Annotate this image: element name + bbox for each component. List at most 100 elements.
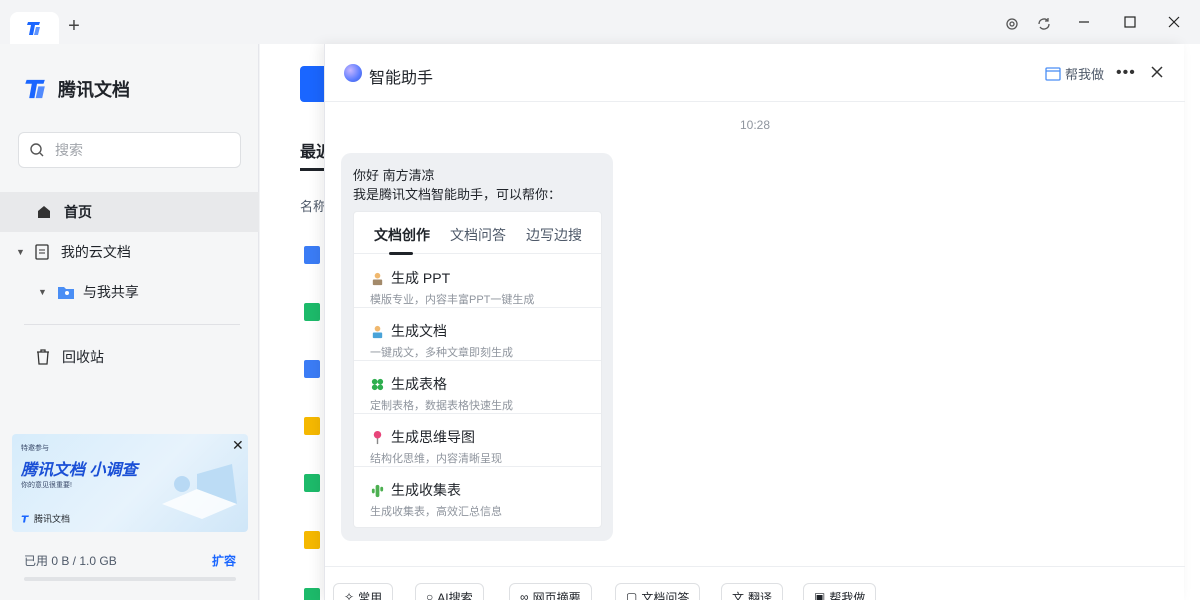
chip-ai-search[interactable]: ○ AI搜索 [415,583,484,600]
tab-write-search[interactable]: 边写边搜 [526,225,582,245]
message-timestamp: 10:28 [739,118,771,132]
writer-icon [372,325,383,338]
tencent-docs-logo-icon [25,79,45,99]
banner-small: 特邀参与 [21,445,49,452]
banner-title: 腾讯文档 小调查 [21,462,138,479]
search-icon [30,143,44,157]
option-desc: 结构化思维，内容清晰呈现 [370,453,502,465]
option-title-text: 生成收集表 [391,482,461,498]
new-tab-button[interactable]: + [64,16,84,36]
gear-icon[interactable] [1004,16,1020,32]
storage-used: 已用 0 B / 1.0 GB [24,554,117,568]
sheet-file-icon [304,474,320,492]
sidebar-item-home[interactable]: 首页 [0,192,259,232]
more-icon[interactable]: ••• [1116,64,1136,82]
assistant-panel: 智能助手 帮我做 ••• 10:28 你好 南方清凉 我是腾讯文档智能助手，可以… [324,44,1185,600]
presenter-icon [372,272,383,285]
assistant-title: 智能助手 [369,70,434,87]
chip-label: 帮我做 [829,590,866,600]
banner-brand: 腾讯文档 [21,512,70,525]
sidebar-item-shared[interactable]: ▼ 与我共享 [0,272,259,312]
sync-icon[interactable] [1036,16,1052,32]
option-title-text: 生成文档 [391,323,447,339]
survey-banner[interactable]: 特邀参与 腾讯文档 小调查 你的意见很重要! 腾讯文档 ✕ [12,434,248,532]
chip-doc-qa[interactable]: ▢ 文档问答 [615,583,701,600]
search-input[interactable]: 搜索 [18,132,241,168]
capability-card: 文档创作 文档问答 边写边搜 生成 PPT 模版专业，内容丰富PPT一键生成 生… [353,211,602,528]
form-file-icon [304,531,320,549]
option-title: 生成思维导图 [370,427,475,447]
greeting-line-1: 你好 南方清凉 [353,168,435,183]
sidebar-item-label: 我的云文档 [60,244,131,260]
search-placeholder: 搜索 [55,142,83,158]
caret-down-icon[interactable]: ▼ [38,287,47,297]
book-illustration-icon [162,464,237,519]
greeting-text: 你好 南方清凉 我是腾讯文档智能助手，可以帮你： [353,166,561,204]
help-do-icon: ▣ [814,590,826,600]
option-desc: 模版专业，内容丰富PPT一键生成 [370,294,535,306]
option-title: 生成文档 [370,321,447,341]
chip-help-do[interactable]: ▣ 帮我做 [803,583,877,600]
cactus-icon [371,484,384,497]
chip-label: 常用 [358,590,383,600]
option-title-text: 生成 PPT [391,270,451,286]
tencent-docs-logo-icon [21,515,29,522]
option-generate-doc[interactable]: 生成文档 一键成文，多种文章即刻生成 [354,308,601,361]
brand[interactable]: 腾讯文档 [24,76,130,102]
storage-info: 已用 0 B / 1.0 GB 扩容 [24,552,236,569]
option-title: 生成收集表 [370,480,461,500]
app-tab[interactable] [10,12,59,44]
sidebar-item-my-docs[interactable]: ▼ 我的云文档 [0,232,259,272]
pin-icon [373,430,382,444]
assistant-message-bubble: 你好 南方清凉 我是腾讯文档智能助手，可以帮你： 文档创作 文档问答 边写边搜 … [341,153,613,541]
maximize-icon[interactable] [1120,12,1140,32]
search-icon: ○ [426,590,434,600]
tab-doc-creation[interactable]: 文档创作 [374,225,430,245]
chip-label: 网页摘要 [532,590,581,600]
sidebar-item-label: 首页 [64,204,92,220]
banner-close-icon[interactable]: ✕ [232,437,244,454]
chip-web-summary[interactable]: ∞ 网页摘要 [509,583,592,600]
banner-sub: 你的意见很重要! [21,482,72,489]
option-title-text: 生成思维导图 [391,429,475,445]
help-me-do-button[interactable]: 帮我做 [1045,64,1104,83]
link-icon: ∞ [520,590,529,600]
chip-label: 文档问答 [641,590,690,600]
doc-file-icon [304,360,320,378]
assistant-bot-icon [344,64,362,82]
doc-file-icon [304,246,320,264]
minimize-icon[interactable] [1074,12,1094,32]
home-icon [38,206,50,218]
chip-common[interactable]: ✧ 常用 [333,583,394,600]
close-icon[interactable] [1147,62,1167,82]
storage-progress-bar [24,577,236,581]
doc-qa-icon: ▢ [626,590,638,600]
option-title: 生成 PPT [370,268,450,288]
option-desc: 定制表格，数据表格快速生成 [370,400,513,412]
close-window-icon[interactable] [1164,12,1184,32]
option-generate-mindmap[interactable]: 生成思维导图 结构化思维，内容清晰呈现 [354,414,601,467]
shared-folder-icon [57,287,74,299]
option-generate-sheet[interactable]: 生成表格 定制表格，数据表格快速生成 [354,361,601,414]
option-generate-ppt[interactable]: 生成 PPT 模版专业，内容丰富PPT一键生成 [354,255,601,308]
recent-underline [300,168,326,171]
sheet-file-icon [304,588,320,600]
greeting-line-2: 我是腾讯文档智能助手，可以帮你： [353,187,562,202]
option-title: 生成表格 [370,374,447,394]
expand-storage-button[interactable]: 扩容 [212,552,236,569]
caret-down-icon[interactable]: ▼ [16,247,25,257]
option-title-text: 生成表格 [391,376,447,392]
sidebar-item-label: 与我共享 [82,284,139,300]
chip-label: 翻译 [748,590,773,600]
window-icon [1045,66,1061,81]
option-generate-form[interactable]: 生成收集表 生成收集表，高效汇总信息 [354,467,601,520]
form-file-icon [304,417,320,435]
column-header-name[interactable]: 名称 [300,196,326,215]
sidebar-item-trash[interactable]: 回收站 [0,337,259,377]
tencent-docs-logo-icon [26,22,40,35]
title-bar: + [0,0,1200,44]
tab-doc-qa[interactable]: 文档问答 [450,225,506,245]
chip-translate[interactable]: 文翻译 [721,583,784,600]
option-desc: 生成收集表，高效汇总信息 [370,506,502,518]
quick-actions-bar: ✧ 常用 ○ AI搜索 ∞ 网页摘要 ▢ 文档问答 文翻译 ▣ 帮我做 [325,566,1185,600]
